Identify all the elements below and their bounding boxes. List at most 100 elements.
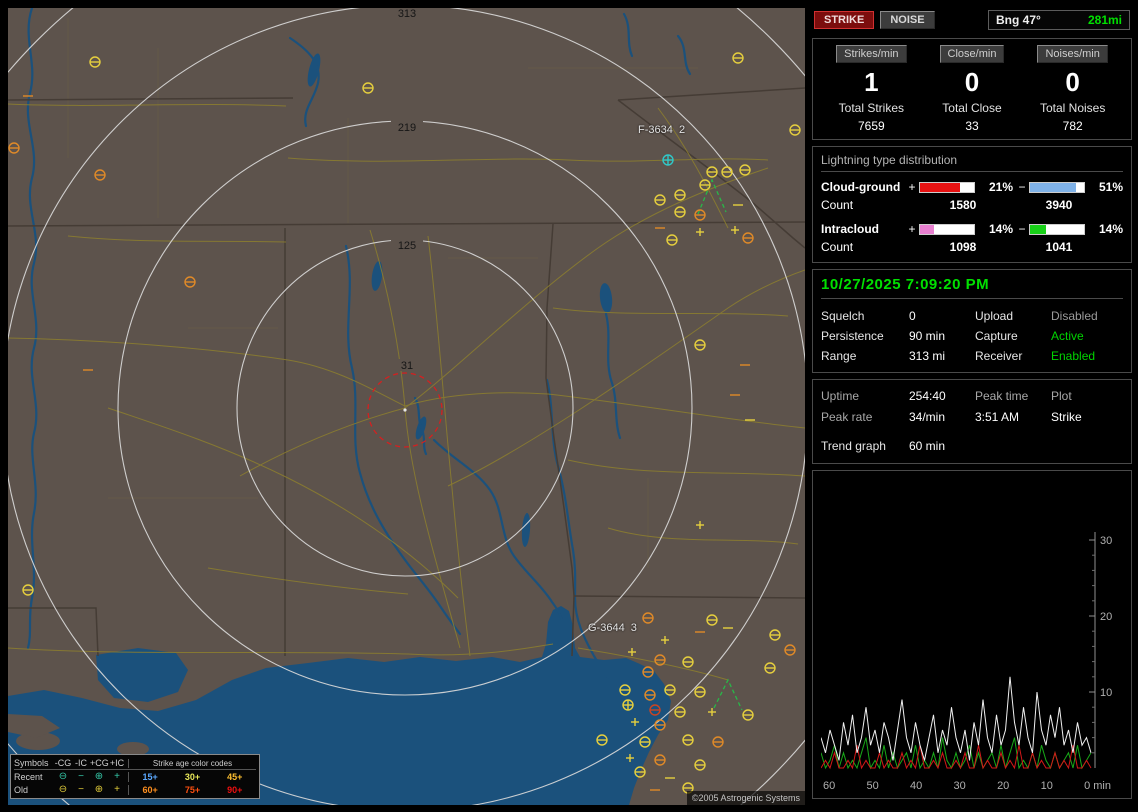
strikes-column: Strikes/min 1 Total Strikes 7659	[821, 45, 922, 133]
range-ring-label: 125	[398, 240, 416, 252]
bearing-range-display: Bng 47° 281mi	[988, 10, 1130, 30]
range-label: Range	[821, 349, 857, 363]
legend-age-title: Strike age color codes	[128, 758, 256, 768]
total-close-value: 33	[965, 119, 979, 133]
legend-recent-row: Recent ⊖ − ⊕ + 15+ 30+ 45+	[14, 770, 256, 783]
peak-rate-value: 34/min	[909, 410, 946, 424]
nexstorm-window: 313 219 125 31 F-3634 2 G-3644 3 Symbols…	[0, 0, 1138, 812]
legend-col-cg-neg: -CG	[54, 758, 72, 768]
persistence-value: 90 min	[909, 329, 946, 343]
cloud-ground-label: Cloud-ground	[821, 180, 901, 194]
noise-indicator-button[interactable]: NOISE	[880, 11, 935, 29]
cloud-ground-count-row: Count 1580 3940	[821, 198, 1123, 212]
legend-header-row: Symbols -CG -IC +CG +IC Strike age color…	[14, 757, 256, 770]
storm-cell-label-g3644: G-3644 3	[588, 622, 637, 634]
ic-negative-pct: 14%	[1098, 222, 1123, 236]
ic-neg-icon: −	[78, 770, 84, 782]
count-label: Count	[821, 240, 854, 254]
cg-positive-bar	[919, 181, 975, 193]
peak-rate-label: Peak rate	[821, 410, 873, 424]
cg-negative-pct: 51%	[1098, 180, 1123, 194]
map-area[interactable]: 313 219 125 31 F-3634 2 G-3644 3 Symbols…	[8, 8, 805, 805]
datetime-display: 10/27/2025 7:09:20 PM	[821, 276, 1123, 299]
total-close-label: Total Close	[942, 101, 1002, 115]
ic-positive-pct: 14%	[988, 222, 1013, 236]
close-per-min-value: 0	[964, 67, 980, 97]
legend-col-cg-pos: +CG	[90, 758, 109, 768]
squelch-label: Squelch	[821, 309, 865, 323]
cg-neg-icon: ⊖	[58, 783, 68, 795]
range-ring-label: 219	[398, 122, 416, 134]
age-code-90: 90+	[227, 784, 243, 795]
strikes-per-min-button[interactable]: Strikes/min	[836, 45, 907, 63]
strike-legend: Symbols -CG -IC +CG +IC Strike age color…	[10, 754, 260, 799]
x-tick-60: 60	[823, 780, 836, 792]
noises-column: Noises/min 0 Total Noises 782	[1022, 45, 1123, 133]
total-strikes-value: 7659	[857, 119, 885, 133]
cg-positive-pct: 21%	[988, 180, 1013, 194]
distribution-section: Lightning type distribution Cloud-ground…	[812, 146, 1132, 263]
noises-per-min-value: 0	[1065, 67, 1080, 97]
cg-pos-icon: ⊕	[94, 770, 104, 782]
total-noises-label: Total Noises	[1039, 101, 1106, 115]
cloud-ground-row: Cloud-ground + 21% − 51%	[821, 180, 1123, 194]
legend-old-row: Old ⊖ − ⊕ + 60+ 75+ 90+	[14, 783, 256, 796]
status-row: Range 313 mi Receiver Enabled	[821, 346, 1123, 366]
svg-text:20: 20	[1100, 611, 1112, 623]
strike-cgp-icon	[622, 699, 634, 711]
receiver-label: Receiver	[975, 349, 1023, 363]
range-ring-label: 313	[398, 8, 416, 20]
upload-label: Upload	[975, 309, 1014, 323]
squelch-value: 0	[909, 309, 916, 323]
trend-graph-section: 10 20 30 60 50 40 30 20 10 0 min	[812, 470, 1132, 799]
count-label: Count	[821, 198, 854, 212]
noises-per-min-button[interactable]: Noises/min	[1037, 45, 1108, 63]
uptime-value: 254:40	[909, 389, 946, 403]
intracloud-label: Intracloud	[821, 222, 880, 236]
plus-sign: +	[908, 180, 916, 194]
plot-label: Plot	[1051, 389, 1072, 403]
trend-x-axis-labels: 60 50 40 30 20 10 0 min	[821, 780, 1113, 792]
capture-value: Active	[1051, 329, 1084, 343]
peak-time-value: 3:51 AM	[975, 410, 1020, 424]
copyright-notice: ©2005 Astrogenic Systems	[686, 791, 805, 805]
ic-pos-icon: +	[114, 783, 120, 795]
intracloud-row: Intracloud + 14% − 14%	[821, 222, 1123, 236]
storm-cell-label-f3634: F-3634 2	[638, 124, 686, 136]
intracloud-count-row: Count 1098 1041	[821, 240, 1123, 254]
ic-neg-icon: −	[78, 783, 84, 795]
strike-indicator-button[interactable]: STRIKE	[814, 11, 875, 29]
cg-neg-icon: ⊖	[58, 770, 68, 782]
rates-section: Strikes/min 1 Total Strikes 7659 Close/m…	[812, 38, 1132, 140]
x-tick-30: 30	[953, 780, 966, 792]
age-code-30: 30+	[184, 771, 201, 782]
minus-sign: −	[1018, 222, 1026, 236]
session-section: Uptime 254:40 Peak time Plot Peak rate 3…	[812, 379, 1132, 464]
legend-recent-label: Recent	[14, 771, 43, 782]
upload-value: Disabled	[1051, 309, 1098, 323]
session-row: Peak rate 34/min 3:51 AM Strike	[821, 407, 1123, 428]
legend-col-ic-pos: +IC	[109, 758, 125, 768]
trend-graph-window: 60 min	[909, 439, 946, 453]
cg-pos-icon: ⊕	[94, 783, 104, 795]
ic-negative-bar	[1029, 223, 1085, 235]
uptime-label: Uptime	[821, 389, 860, 403]
close-per-min-button[interactable]: Close/min	[939, 45, 1005, 63]
plot-value: Strike	[1051, 410, 1082, 424]
range-ring-label: 31	[401, 360, 413, 372]
ic-positive-bar	[919, 223, 975, 235]
x-tick-20: 20	[997, 780, 1010, 792]
distribution-title: Lightning type distribution	[821, 153, 1123, 172]
receiver-location-marker	[403, 408, 407, 412]
legend-old-label: Old	[14, 784, 29, 795]
x-tick-0: 0 min	[1084, 780, 1111, 792]
peak-time-label: Peak time	[975, 389, 1029, 403]
status-row: Squelch 0 Upload Disabled	[821, 306, 1123, 326]
ic-positive-count: 1098	[949, 240, 977, 254]
cg-positive-count: 1580	[949, 198, 977, 212]
control-panel: STRIKE NOISE Bng 47° 281mi Strikes/min 1…	[812, 8, 1132, 805]
persistence-label: Persistence	[821, 329, 884, 343]
trend-graph: 10 20 30	[821, 532, 1112, 770]
bearing-value: Bng 47°	[996, 13, 1041, 27]
ic-negative-count: 1041	[1045, 240, 1073, 254]
